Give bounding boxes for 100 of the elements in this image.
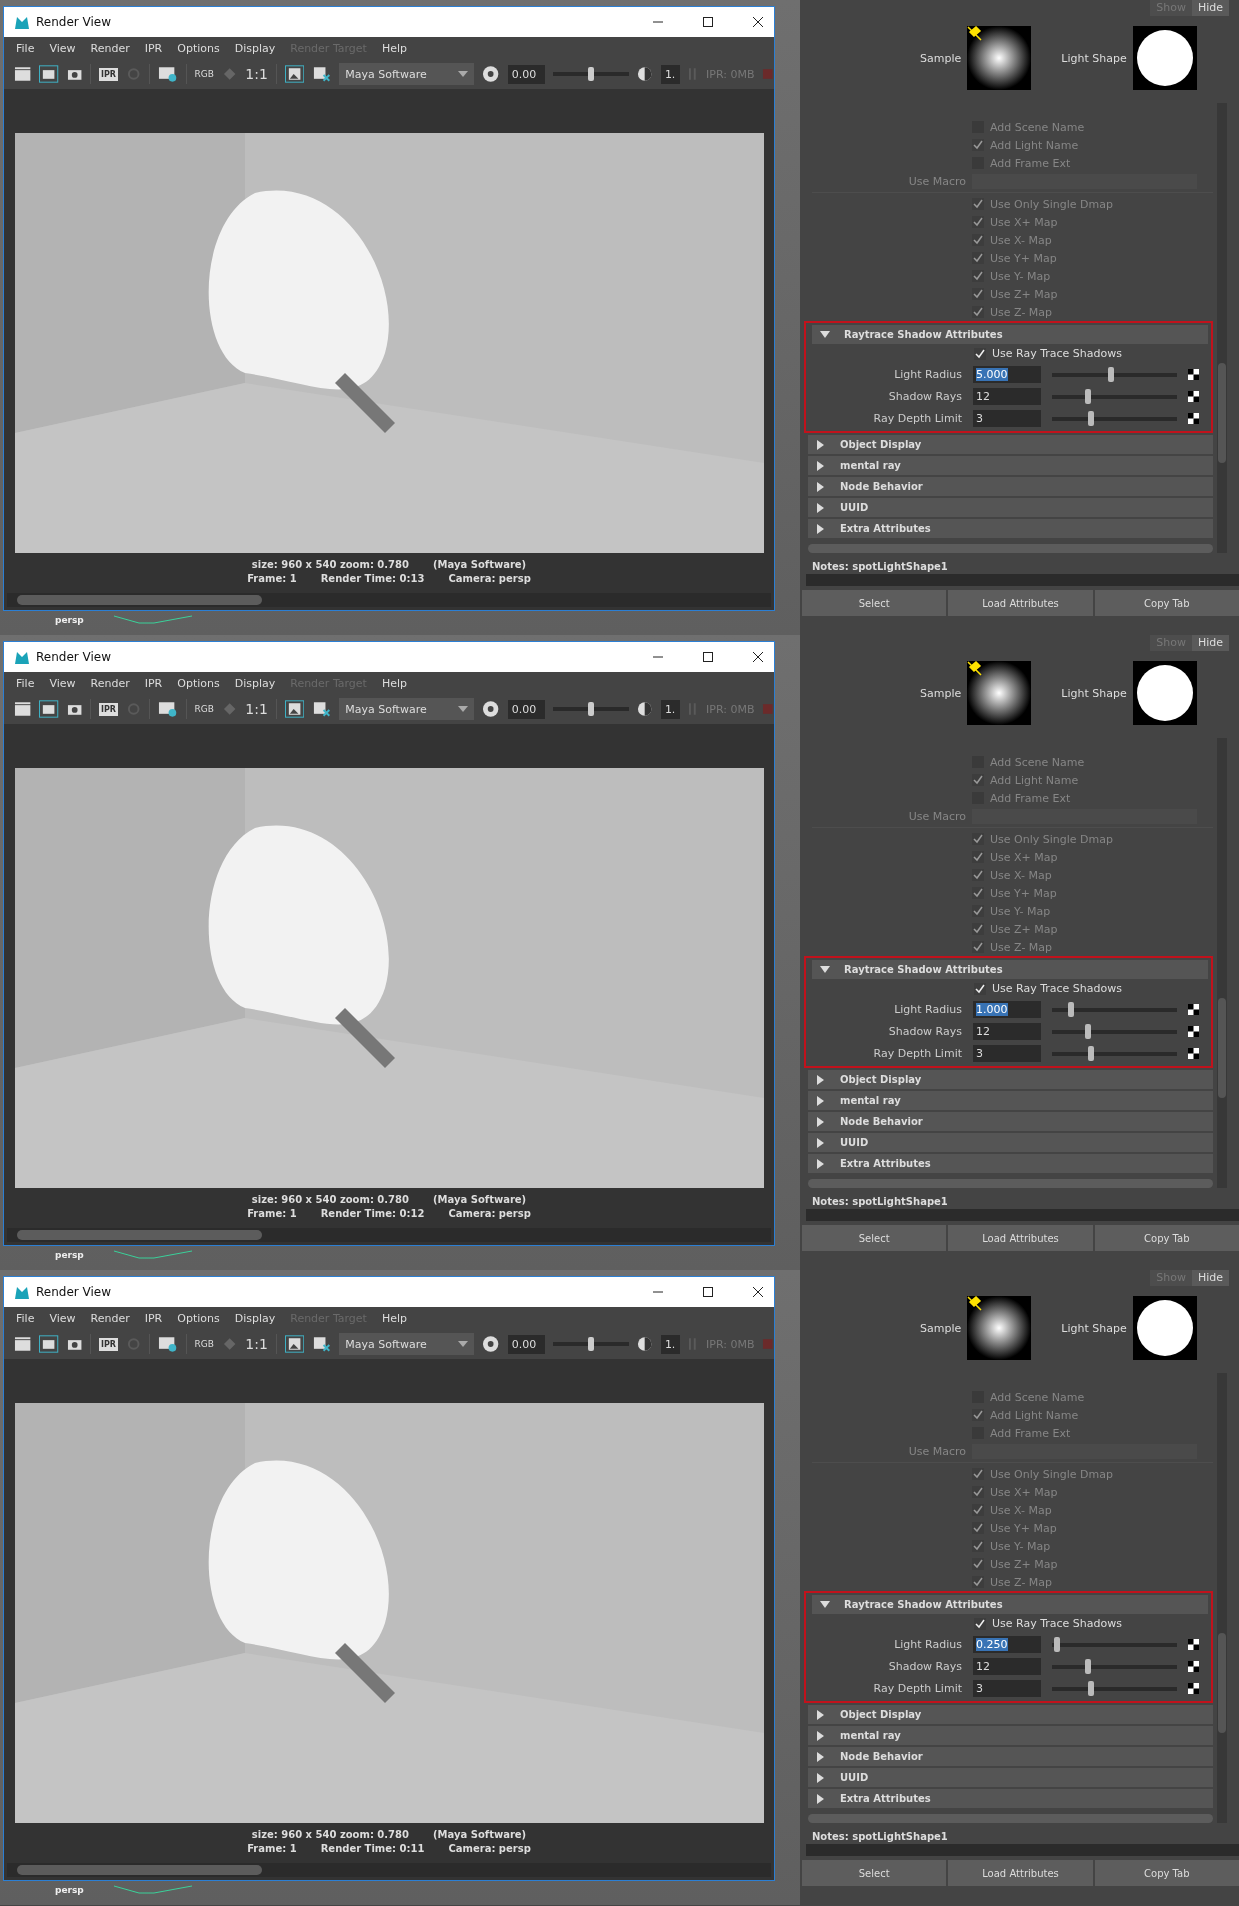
menu-item[interactable]: IPR: [144, 676, 163, 690]
value-field[interactable]: 12: [973, 1022, 1041, 1040]
menu-item[interactable]: File: [16, 1311, 35, 1325]
slider-thumb[interactable]: [1085, 1658, 1092, 1674]
checkbox[interactable]: [972, 306, 984, 319]
exposure-icon[interactable]: [482, 700, 500, 718]
section-header[interactable]: Raytrace Shadow Attributes: [812, 325, 1208, 345]
maximize-icon[interactable]: [702, 1286, 714, 1298]
remove-image-icon[interactable]: [312, 700, 332, 718]
checkbox[interactable]: [972, 1486, 984, 1499]
horizontal-scrollbar[interactable]: [808, 544, 1213, 553]
region-render-icon[interactable]: [39, 1335, 59, 1353]
checkbox[interactable]: [972, 252, 984, 265]
value-field[interactable]: 12: [973, 1657, 1041, 1675]
real-size-button[interactable]: 1:1: [245, 701, 268, 717]
section-header[interactable]: Raytrace Shadow Attributes: [812, 960, 1208, 980]
menu-item[interactable]: Options: [177, 676, 220, 690]
menu-item[interactable]: IPR: [144, 1311, 163, 1325]
gamma-icon[interactable]: [637, 700, 653, 718]
vertical-scrollbar[interactable]: [1217, 1373, 1227, 1823]
close-icon[interactable]: [752, 1286, 764, 1298]
slider-thumb[interactable]: [1087, 1680, 1094, 1696]
notes-field[interactable]: [806, 1209, 1239, 1221]
checkbox[interactable]: [974, 347, 986, 360]
map-texture-icon[interactable]: [1188, 1638, 1199, 1650]
editor-button[interactable]: Copy Tab: [1094, 590, 1239, 616]
checkbox[interactable]: [972, 216, 984, 229]
menu-item[interactable]: Options: [177, 41, 220, 55]
checkbox[interactable]: [972, 288, 984, 301]
editor-button[interactable]: Load Attributes: [948, 1860, 1093, 1886]
pin-icon[interactable]: [967, 26, 983, 41]
menu-item[interactable]: Display: [234, 41, 276, 55]
map-texture-icon[interactable]: [1188, 412, 1199, 424]
section-header[interactable]: Extra Attributes: [808, 519, 1213, 539]
value-field[interactable]: 3: [973, 1044, 1041, 1062]
value-field[interactable]: 1.000: [973, 1000, 1041, 1018]
camera-icon[interactable]: [66, 702, 82, 716]
checkbox[interactable]: [972, 1522, 984, 1535]
section-header[interactable]: Node Behavior: [808, 1747, 1213, 1767]
section-header[interactable]: Extra Attributes: [808, 1154, 1213, 1174]
checkbox[interactable]: [972, 869, 984, 882]
section-header[interactable]: Object Display: [808, 1705, 1213, 1725]
rgb-channel-button[interactable]: RGB: [194, 1339, 214, 1349]
section-header[interactable]: UUID: [808, 1133, 1213, 1153]
section-header[interactable]: Object Display: [808, 1070, 1213, 1090]
slider-thumb[interactable]: [1087, 1045, 1094, 1061]
renderer-dropdown[interactable]: Maya Software: [339, 63, 475, 85]
exposure-field[interactable]: 0.00: [507, 1334, 545, 1354]
menu-item[interactable]: Render: [90, 41, 130, 55]
exposure-field[interactable]: 0.00: [507, 699, 545, 719]
camera-icon[interactable]: [66, 1337, 82, 1351]
section-header[interactable]: Node Behavior: [808, 1112, 1213, 1132]
image-icon[interactable]: [284, 65, 304, 83]
menu-item[interactable]: Help: [381, 41, 407, 55]
exposure-field[interactable]: 0.00: [507, 64, 545, 84]
checkbox[interactable]: [972, 1468, 984, 1481]
ipr-render-icon[interactable]: IPR: [98, 1337, 118, 1351]
value-field[interactable]: 3: [973, 409, 1041, 427]
map-texture-icon[interactable]: [1188, 1660, 1199, 1672]
section-header[interactable]: mental ray: [808, 1091, 1213, 1111]
editor-button[interactable]: Select: [802, 1225, 947, 1251]
ipr-render-icon[interactable]: IPR: [98, 702, 118, 716]
horizontal-scrollbar[interactable]: [808, 1179, 1213, 1188]
checkbox[interactable]: [972, 851, 984, 864]
section-header[interactable]: Node Behavior: [808, 477, 1213, 497]
checkbox[interactable]: [972, 905, 984, 918]
notes-field[interactable]: [806, 1844, 1239, 1856]
remove-image-icon[interactable]: [312, 1335, 332, 1353]
menu-item[interactable]: Options: [177, 1311, 220, 1325]
value-field[interactable]: 5.000: [973, 365, 1041, 383]
region-render-icon[interactable]: [39, 700, 59, 718]
pin-icon[interactable]: [967, 1296, 983, 1311]
slider-thumb[interactable]: [1067, 1001, 1074, 1017]
checkbox[interactable]: [972, 1558, 984, 1571]
checkbox[interactable]: [972, 234, 984, 247]
section-header[interactable]: mental ray: [808, 1726, 1213, 1746]
menu-item[interactable]: Render: [90, 1311, 130, 1325]
checkbox[interactable]: [974, 982, 986, 995]
horizontal-scrollbar[interactable]: [7, 593, 771, 607]
notes-field[interactable]: [806, 574, 1239, 586]
editor-button[interactable]: Select: [802, 590, 947, 616]
real-size-button[interactable]: 1:1: [245, 66, 268, 82]
checkbox[interactable]: [972, 270, 984, 283]
map-texture-icon[interactable]: [1188, 368, 1199, 380]
menu-item[interactable]: Help: [381, 1311, 407, 1325]
menu-item[interactable]: View: [49, 41, 76, 55]
exposure-icon[interactable]: [482, 1335, 500, 1353]
gamma-field[interactable]: 1.: [660, 699, 681, 719]
value-field[interactable]: 12: [973, 387, 1041, 405]
menu-item[interactable]: File: [16, 676, 35, 690]
pin-icon[interactable]: [967, 661, 983, 676]
vertical-scrollbar[interactable]: [1217, 103, 1227, 553]
map-texture-icon[interactable]: [1188, 1003, 1199, 1015]
gamma-field[interactable]: 1.: [660, 64, 681, 84]
section-header[interactable]: mental ray: [808, 456, 1213, 476]
renderer-dropdown[interactable]: Maya Software: [339, 698, 475, 720]
vertical-scrollbar[interactable]: [1217, 738, 1227, 1188]
checkbox[interactable]: [972, 774, 984, 787]
menu-item[interactable]: Render: [90, 676, 130, 690]
checkbox[interactable]: [972, 1409, 984, 1422]
